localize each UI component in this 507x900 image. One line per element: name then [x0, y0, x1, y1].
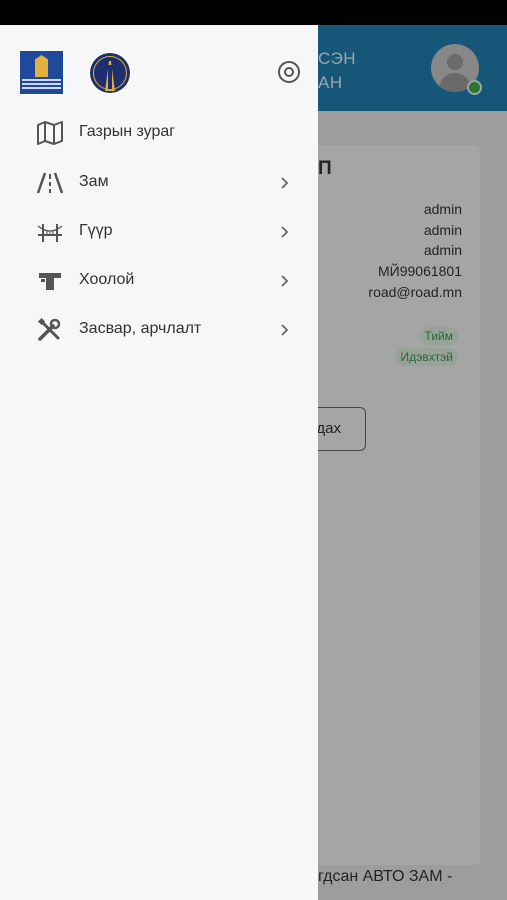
chevron-right-icon: [281, 177, 289, 189]
menu-item-bridge[interactable]: Гүүр: [0, 208, 318, 256]
locate-button[interactable]: [277, 60, 301, 84]
map-icon: [37, 121, 63, 145]
government-logo: [20, 51, 63, 94]
navigation-drawer: Газрын зураг Зам Гүүр Хоолой Засвар, арч…: [0, 25, 318, 900]
menu-item-label: Хоолой: [79, 271, 135, 288]
chevron-right-icon: [281, 324, 289, 336]
menu-item-label: Засвар, арчлалт: [79, 320, 202, 337]
menu-item-pipe[interactable]: Хоолой: [0, 257, 318, 305]
pipe-icon: [39, 273, 61, 290]
menu-item-maintenance[interactable]: Засвар, арчлалт: [0, 306, 318, 354]
government-logo-text: [22, 79, 61, 81]
status-bar: [0, 0, 507, 25]
road-agency-logo-centerline: [108, 65, 112, 89]
road-icon: [36, 172, 64, 194]
menu-item-label: Гүүр: [79, 222, 113, 239]
soyombo-emblem-icon: [35, 55, 48, 77]
menu-item-label: Зам: [79, 173, 109, 190]
menu-item-label: Газрын зураг: [79, 123, 176, 140]
tools-icon: [37, 318, 61, 341]
chevron-right-icon: [281, 226, 289, 238]
menu-item-road[interactable]: Зам: [0, 159, 318, 207]
chevron-right-icon: [281, 275, 289, 287]
menu-item-map[interactable]: Газрын зураг: [0, 109, 318, 157]
target-icon: [278, 61, 300, 83]
bridge-icon: [37, 224, 63, 242]
road-agency-logo: [88, 51, 132, 95]
